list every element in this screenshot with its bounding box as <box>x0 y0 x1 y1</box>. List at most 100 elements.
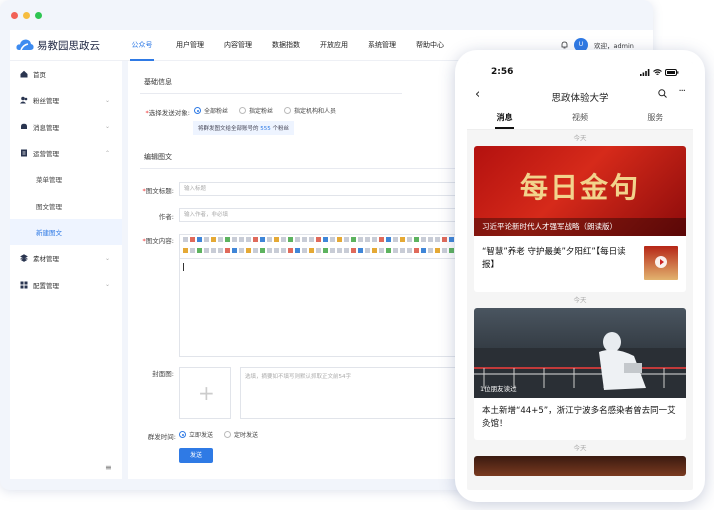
nav-item-help[interactable]: 帮助中心 <box>406 30 454 61</box>
radio-org-people[interactable]: 指定机构和人员 <box>284 106 336 115</box>
toolbar-button-icon[interactable] <box>421 247 426 253</box>
toolbar-button-icon[interactable] <box>274 237 279 242</box>
minimize-dot[interactable] <box>23 12 30 19</box>
toolbar-button-icon[interactable] <box>337 247 342 253</box>
toolbar-button-icon[interactable] <box>239 237 244 242</box>
toolbar-button-icon[interactable] <box>330 237 335 242</box>
toolbar-button-icon[interactable] <box>428 247 433 253</box>
toolbar-button-icon[interactable] <box>288 237 293 242</box>
sidebar-item-materials[interactable]: 素材管理 ⌄ <box>10 245 122 271</box>
toolbar-button-icon[interactable] <box>246 247 251 253</box>
radio-all-fans[interactable]: 全部粉丝 <box>194 106 228 115</box>
toolbar-button-icon[interactable] <box>253 247 258 253</box>
toolbar-button-icon[interactable] <box>400 247 405 253</box>
sidebar-item-operations[interactable]: 运营管理 ⌃ <box>10 140 122 166</box>
radio-specific-fans[interactable]: 指定粉丝 <box>239 106 273 115</box>
article-card[interactable]: 1位朋友读过 本土新增“44+5”，浙江宁波多名感染者曾去同一艾灸馆！ <box>474 308 686 440</box>
toolbar-button-icon[interactable] <box>351 247 356 253</box>
toolbar-button-icon[interactable] <box>197 247 202 253</box>
sidebar-item-menu[interactable]: 菜单管理 <box>10 166 122 192</box>
sidebar-item-home[interactable]: 首页 <box>10 61 122 87</box>
toolbar-button-icon[interactable] <box>428 237 433 242</box>
toolbar-button-icon[interactable] <box>323 237 328 242</box>
toolbar-button-icon[interactable] <box>386 247 391 253</box>
nav-item-users[interactable]: 用户管理 <box>166 30 214 61</box>
toolbar-button-icon[interactable] <box>211 237 216 242</box>
close-dot[interactable] <box>11 12 18 19</box>
toolbar-button-icon[interactable] <box>197 237 202 242</box>
toolbar-button-icon[interactable] <box>407 247 412 253</box>
radio-send-now[interactable]: 立即发送 <box>179 430 213 439</box>
author-input[interactable]: 输入作者，非必填 <box>179 208 470 222</box>
toolbar-button-icon[interactable] <box>267 237 272 242</box>
summary-textarea[interactable]: 选填，摘要如不填写则默认抓取正文前54字 <box>240 367 470 419</box>
more-icon[interactable]: ··· <box>678 86 685 97</box>
toolbar-button-icon[interactable] <box>393 247 398 253</box>
toolbar-button-icon[interactable] <box>442 237 447 242</box>
logo[interactable]: 易教园思政云 <box>16 38 106 53</box>
toolbar-button-icon[interactable] <box>344 247 349 253</box>
editor-toolbar[interactable] <box>180 235 469 259</box>
toolbar-button-icon[interactable] <box>337 237 342 242</box>
toolbar-button-icon[interactable] <box>295 247 300 253</box>
toolbar-button-icon[interactable] <box>232 237 237 242</box>
sidebar-item-new-article[interactable]: 新建图文 <box>10 218 122 246</box>
tab-videos[interactable]: 视频 <box>542 108 617 129</box>
toolbar-button-icon[interactable] <box>365 237 370 242</box>
toolbar-button-icon[interactable] <box>435 247 440 253</box>
toolbar-button-icon[interactable] <box>309 237 314 242</box>
toolbar-button-icon[interactable] <box>316 247 321 253</box>
toolbar-button-icon[interactable] <box>225 237 230 242</box>
toolbar-button-icon[interactable] <box>442 247 447 253</box>
toolbar-button-icon[interactable] <box>211 247 216 253</box>
toolbar-button-icon[interactable] <box>225 247 230 253</box>
toolbar-button-icon[interactable] <box>260 247 265 253</box>
nav-item-data[interactable]: 数据指数 <box>262 30 310 61</box>
toolbar-button-icon[interactable] <box>393 237 398 242</box>
toolbar-button-icon[interactable] <box>204 237 209 242</box>
sidebar-item-messages[interactable]: 消息管理 ⌄ <box>10 114 122 140</box>
toolbar-button-icon[interactable] <box>288 247 293 253</box>
toolbar-button-icon[interactable] <box>358 237 363 242</box>
rich-text-editor[interactable] <box>179 234 470 357</box>
toolbar-button-icon[interactable] <box>295 237 300 242</box>
toolbar-button-icon[interactable] <box>407 237 412 242</box>
toolbar-button-icon[interactable] <box>344 237 349 242</box>
nav-item-system[interactable]: 系统管理 <box>358 30 406 61</box>
toolbar-button-icon[interactable] <box>302 237 307 242</box>
toolbar-button-icon[interactable] <box>281 247 286 253</box>
toolbar-button-icon[interactable] <box>302 247 307 253</box>
toolbar-button-icon[interactable] <box>421 237 426 242</box>
maximize-dot[interactable] <box>35 12 42 19</box>
toolbar-button-icon[interactable] <box>414 247 419 253</box>
tab-services[interactable]: 服务 <box>618 108 693 129</box>
sidebar-item-config[interactable]: 配置管理 ⌄ <box>10 271 122 297</box>
toolbar-button-icon[interactable] <box>260 237 265 242</box>
title-input[interactable]: 输入标题 <box>179 182 470 196</box>
toolbar-button-icon[interactable] <box>232 247 237 253</box>
toolbar-button-icon[interactable] <box>183 237 188 242</box>
toolbar-button-icon[interactable] <box>323 247 328 253</box>
toolbar-button-icon[interactable] <box>330 247 335 253</box>
tab-messages[interactable]: 消息 <box>467 108 542 129</box>
toolbar-button-icon[interactable] <box>414 237 419 242</box>
toolbar-button-icon[interactable] <box>386 237 391 242</box>
sidebar-item-fans[interactable]: 粉丝管理 ⌄ <box>10 87 122 113</box>
toolbar-button-icon[interactable] <box>351 237 356 242</box>
toolbar-button-icon[interactable] <box>274 247 279 253</box>
toolbar-button-icon[interactable] <box>400 237 405 242</box>
toolbar-button-icon[interactable] <box>435 237 440 242</box>
toolbar-button-icon[interactable] <box>449 247 454 253</box>
article-card[interactable] <box>474 456 686 476</box>
toolbar-button-icon[interactable] <box>365 247 370 253</box>
bell-icon[interactable] <box>561 41 568 49</box>
toolbar-button-icon[interactable] <box>218 237 223 242</box>
toolbar-button-icon[interactable] <box>449 237 454 242</box>
toolbar-button-icon[interactable] <box>372 237 377 242</box>
toolbar-button-icon[interactable] <box>281 237 286 242</box>
toolbar-button-icon[interactable] <box>190 247 195 253</box>
toolbar-button-icon[interactable] <box>379 247 384 253</box>
sidebar-item-articles[interactable]: 图文管理 <box>10 192 122 218</box>
toolbar-button-icon[interactable] <box>239 247 244 253</box>
toolbar-button-icon[interactable] <box>246 237 251 242</box>
